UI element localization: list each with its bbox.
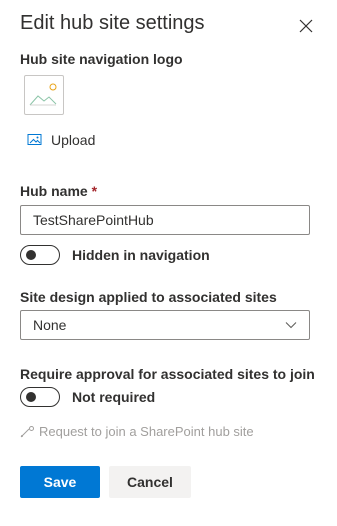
- hidden-in-navigation-label: Hidden in navigation: [72, 247, 210, 263]
- hub-name-label: Hub name *: [20, 183, 97, 199]
- required-marker: *: [91, 183, 98, 199]
- link-icon: [20, 425, 34, 437]
- toggle-knob: [26, 392, 36, 402]
- chevron-down-icon: [285, 322, 297, 329]
- close-icon[interactable]: [297, 17, 315, 35]
- image-upload-icon: [27, 134, 42, 145]
- site-design-dropdown[interactable]: None: [20, 310, 310, 340]
- hub-name-input[interactable]: [20, 205, 310, 235]
- image-placeholder-icon: [29, 83, 57, 106]
- upload-button[interactable]: Upload: [27, 130, 95, 150]
- hub-name-label-text: Hub name: [20, 183, 88, 199]
- save-button[interactable]: Save: [20, 466, 100, 498]
- cancel-button[interactable]: Cancel: [109, 466, 191, 498]
- hidden-in-navigation-toggle[interactable]: [20, 245, 60, 265]
- request-join-link: Request to join a SharePoint hub site: [20, 424, 254, 439]
- approval-toggle-label: Not required: [72, 389, 156, 405]
- approval-label: Require approval for associated sites to…: [20, 366, 315, 382]
- logo-section-label: Hub site navigation logo: [20, 51, 183, 67]
- request-join-label: Request to join a SharePoint hub site: [39, 424, 254, 439]
- upload-label: Upload: [51, 132, 96, 148]
- panel-title: Edit hub site settings: [20, 12, 205, 34]
- site-design-label: Site design applied to associated sites: [20, 289, 277, 305]
- approval-row: Not required: [20, 387, 155, 407]
- site-design-selected-value: None: [33, 317, 67, 333]
- toggle-knob: [26, 250, 36, 260]
- hidden-in-navigation-row: Hidden in navigation: [20, 245, 210, 265]
- approval-toggle[interactable]: [20, 387, 60, 407]
- logo-preview[interactable]: [24, 75, 64, 115]
